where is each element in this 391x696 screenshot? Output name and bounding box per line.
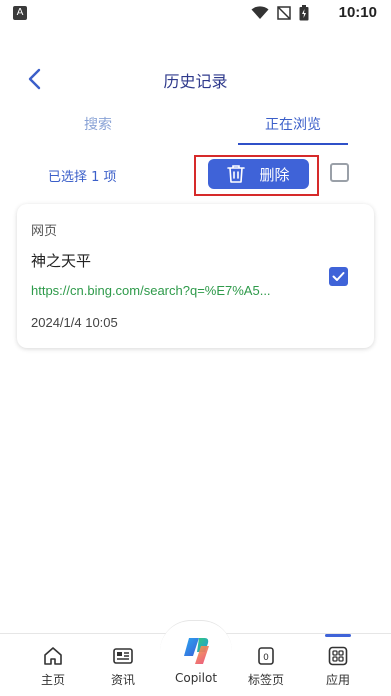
history-item-card[interactable]: 网页 神之天平 https://cn.bing.com/search?q=%E7… [17, 204, 374, 348]
history-item-url: https://cn.bing.com/search?q=%E7%A5... [31, 283, 271, 298]
status-icons [251, 5, 309, 21]
copilot-icon [184, 638, 209, 664]
bottom-navigation: 主页 资讯 Copilot 0 标签页 应用 [0, 620, 391, 696]
nav-label-copilot: Copilot [174, 671, 218, 685]
history-item-category: 网页 [31, 224, 58, 239]
nav-item-tabs[interactable]: 0 标签页 [236, 644, 296, 688]
delete-button[interactable]: 删除 [208, 159, 309, 189]
nav-item-news[interactable]: 资讯 [93, 644, 153, 688]
history-item-time: 2024/1/4 10:05 [31, 315, 118, 330]
tab-search[interactable]: 搜索 [60, 114, 136, 134]
active-nav-indicator [325, 634, 351, 637]
apps-icon [328, 646, 348, 666]
trash-icon [227, 165, 246, 183]
tabs-count-badge: 0 [263, 653, 269, 663]
nav-label-tabs: 标签页 [247, 673, 284, 687]
tabs-icon: 0 [258, 647, 274, 665]
delete-button-label: 删除 [259, 165, 290, 184]
nav-item-copilot[interactable]: Copilot [166, 634, 226, 685]
battery-charging-icon [299, 5, 309, 21]
nav-item-home[interactable]: 主页 [23, 644, 83, 688]
history-item-checkbox[interactable] [329, 267, 348, 286]
nav-label-news: 资讯 [110, 673, 135, 687]
notification-app-icon: A [13, 6, 27, 20]
nav-label-home: 主页 [40, 673, 65, 687]
selected-count-label: 已选择 1 项 [48, 170, 117, 185]
no-signal-icon [277, 6, 291, 20]
nav-label-apps: 应用 [325, 673, 350, 687]
news-icon [113, 648, 133, 664]
page-title: 历史记录 [163, 72, 228, 91]
wifi-icon [251, 6, 269, 19]
tab-browsing[interactable]: 正在浏览 [238, 114, 348, 134]
select-all-checkbox[interactable] [330, 163, 349, 182]
status-bar: A 10:10 [0, 0, 391, 28]
active-tab-indicator [238, 143, 348, 145]
nav-item-apps[interactable]: 应用 [308, 644, 368, 688]
history-item-title: 神之天平 [31, 252, 92, 270]
status-time: 10:10 [338, 4, 377, 21]
checkmark-icon [332, 272, 345, 281]
home-icon [44, 647, 62, 665]
